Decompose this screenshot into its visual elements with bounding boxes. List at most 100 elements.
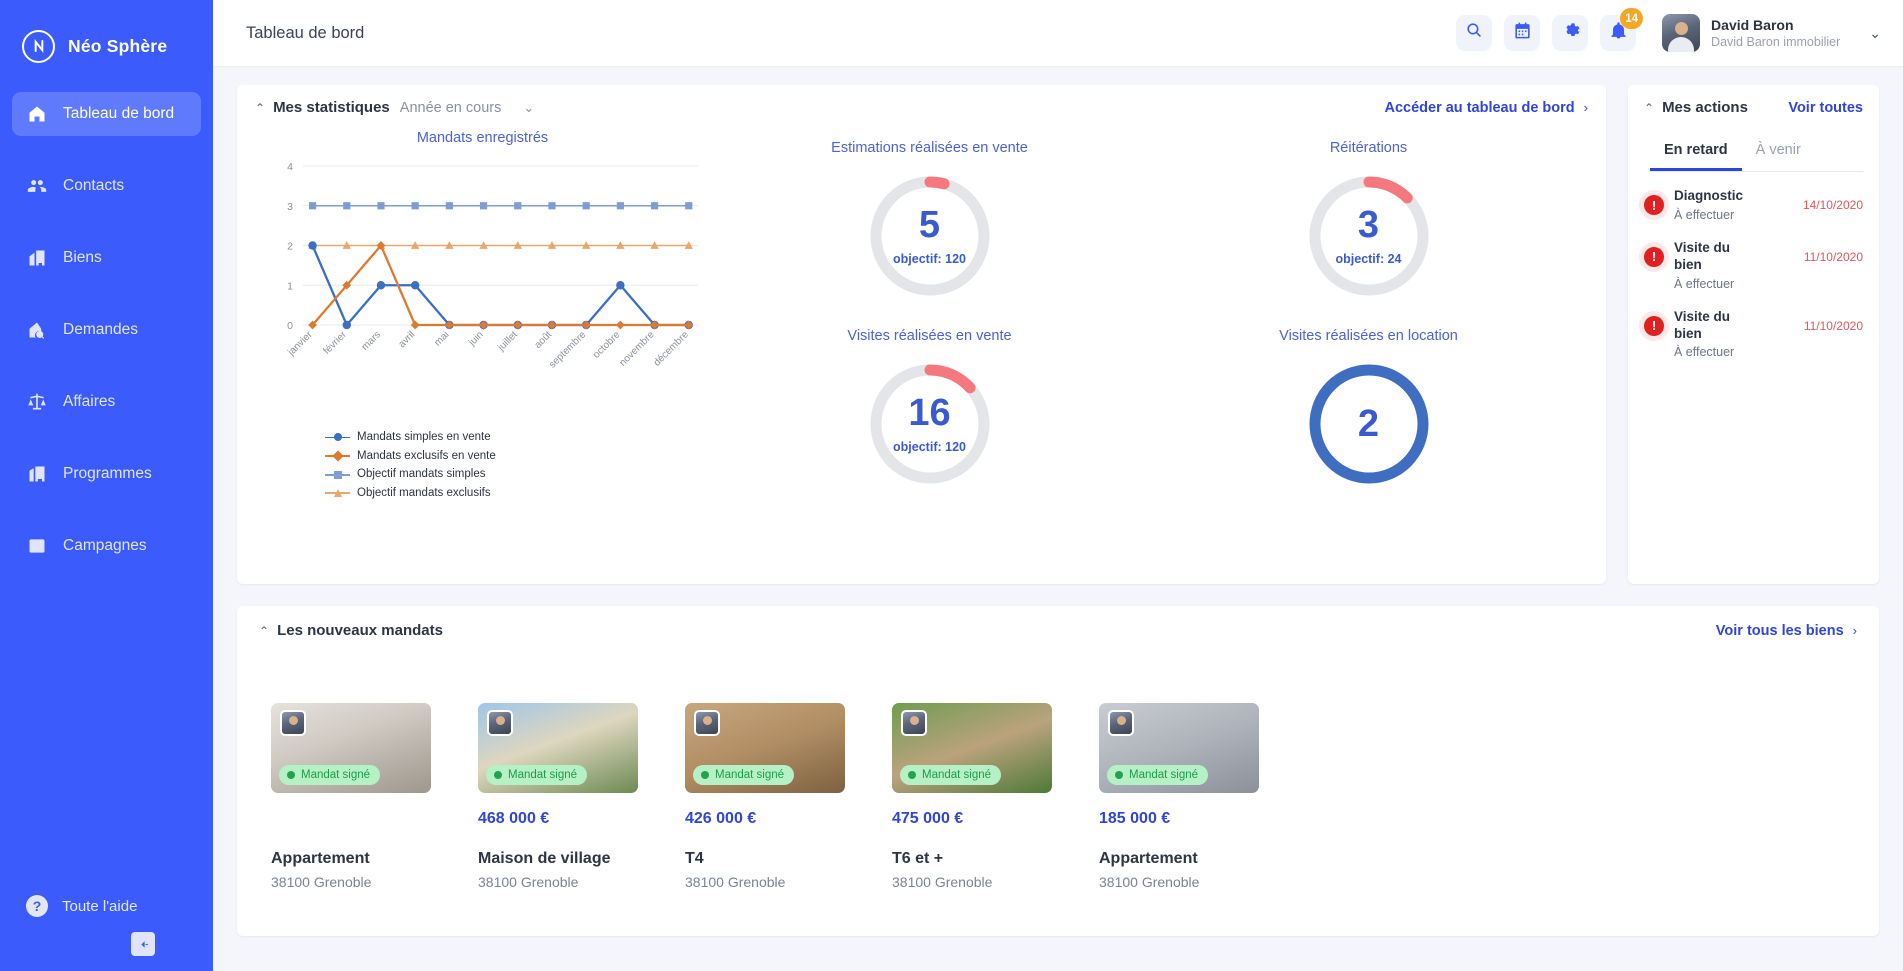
- question-icon: ?: [26, 895, 48, 917]
- property-type: T4: [685, 850, 704, 867]
- gauge-objective: objectif: 120: [893, 440, 966, 455]
- logo-icon: [22, 29, 55, 63]
- svg-text:septembre: septembre: [547, 329, 588, 370]
- status-dot-icon: [908, 771, 916, 779]
- sidebar-item-tableau-de-bord[interactable]: Tableau de bord: [12, 92, 201, 136]
- property-location: 38100 Grenoble: [1099, 873, 1200, 890]
- tab-a-venir[interactable]: À venir: [1742, 142, 1815, 171]
- property-location: 38100 Grenoble: [478, 873, 579, 890]
- legend-item[interactable]: Mandats exclusifs en vente: [325, 447, 710, 466]
- gauge-ring: 3 objectif: 24: [1303, 170, 1435, 302]
- gauge-objective: objectif: 120: [893, 252, 966, 266]
- sidebar-item-campagnes[interactable]: Campagnes: [12, 524, 201, 568]
- chevron-down-icon[interactable]: ⌄: [1869, 25, 1881, 42]
- list-item[interactable]: ! Diagnostic À effectuer 14/10/2020: [1644, 188, 1863, 222]
- status-badge-label: Mandat signé: [508, 769, 578, 781]
- property-card[interactable]: Mandat signé 426 000 € T4 38100 Grenoble: [685, 703, 860, 890]
- list-item[interactable]: ! Visite du bien À effectuer 11/10/2020: [1644, 240, 1863, 291]
- property-card[interactable]: Mandat signé 468 000 € Maison de village 38…: [478, 703, 653, 890]
- statistics-period: Année en cours: [399, 99, 502, 116]
- sidebar-item-programmes[interactable]: Programmes: [12, 452, 201, 496]
- page-title: Tableau de bord: [246, 23, 365, 42]
- sidebar-item-affaires[interactable]: Affaires: [12, 380, 201, 424]
- sidebar-item-label: Biens: [63, 249, 102, 266]
- statistics-header: ⌃ Mes statistiques Année en cours ⌄ Accé…: [255, 99, 1588, 116]
- property-image: Mandat signé: [892, 703, 1052, 793]
- gauge-ring: 16 objectif: 120: [864, 358, 996, 490]
- chart-title: Mandats enregistrés: [416, 130, 549, 146]
- action-text: Diagnostic À effectuer: [1674, 188, 1793, 222]
- see-all-actions-link[interactable]: Voir toutes: [1788, 100, 1863, 116]
- city-icon: [26, 463, 48, 485]
- action-date: 14/10/2020: [1802, 198, 1863, 212]
- sidebar-item-demandes[interactable]: Demandes: [12, 308, 201, 352]
- property-type: Appartement: [1099, 850, 1198, 867]
- legend-label: Objectif mandats exclusifs: [357, 486, 491, 499]
- action-date: 11/10/2020: [1803, 249, 1863, 264]
- gauge-value: 3: [1357, 204, 1380, 246]
- property-card[interactable]: Mandat signé Appartement 38100 Grenoble: [271, 703, 446, 890]
- legend-item[interactable]: Mandats simples en vente: [325, 428, 710, 447]
- list-item[interactable]: ! Visite du bien À effectuer 11/10/2020: [1644, 309, 1863, 359]
- status-badge: Mandat signé: [1107, 765, 1209, 785]
- agent-avatar: [487, 710, 513, 736]
- go-to-dashboard-link[interactable]: Accéder au tableau de bord ›: [1384, 100, 1588, 116]
- status-badge: Mandat signé: [486, 765, 588, 785]
- sidebar-item-label: Tableau de bord: [63, 105, 175, 122]
- gauge-objective: objectif: 24: [1335, 252, 1402, 266]
- svg-text:novembre: novembre: [617, 329, 657, 369]
- calendar-button[interactable]: [1504, 15, 1541, 51]
- actions-tabs: En retard À venir: [1650, 142, 1863, 172]
- help-link[interactable]: ? Toute l'aide: [12, 895, 137, 917]
- collapse-caret-icon[interactable]: ⌃: [255, 101, 265, 115]
- collapse-sidebar-button[interactable]: [131, 932, 155, 956]
- tab-en-retard[interactable]: En retard: [1650, 142, 1742, 171]
- legend-label: Objectif mandats simples: [357, 468, 486, 481]
- help-label: Toute l'aide: [62, 897, 138, 915]
- status-badge: Mandat signé: [900, 765, 1002, 785]
- legend-swatch-triangle-icon: [325, 488, 350, 498]
- topbar-actions: 14 David Baron David Baron immobilier ⌄: [1456, 8, 1881, 52]
- gauge-center: 5 objectif: 120: [864, 170, 996, 302]
- collapse-caret-icon[interactable]: ⌃: [1644, 101, 1654, 115]
- property-location: 38100 Grenoble: [271, 873, 372, 890]
- see-all-properties-link[interactable]: Voir tous les biens ›: [1716, 623, 1857, 639]
- property-card[interactable]: Mandat signé 185 000 € Appartement 38100 Gr…: [1099, 703, 1274, 890]
- chevron-down-icon[interactable]: ⌄: [523, 100, 534, 116]
- agent-avatar: [901, 710, 927, 736]
- contacts-icon: [26, 175, 48, 197]
- mandats-chart: Mandats enregistrés 0 1 2 3 4 janvier février m…: [255, 126, 710, 503]
- collapse-caret-icon[interactable]: ⌃: [259, 624, 269, 638]
- notifications-button[interactable]: 14: [1600, 8, 1644, 51]
- alert-icon: !: [1644, 315, 1664, 336]
- property-location: 38100 Grenoble: [892, 873, 993, 890]
- legend-label: Mandats simples en vente: [357, 431, 491, 443]
- status-dot-icon: [287, 771, 295, 779]
- legend-item[interactable]: Objectif mandats simples: [325, 465, 710, 484]
- gauge-title: Visites réalisées en location: [1279, 328, 1458, 345]
- statistics-body: Mandats enregistrés 0 1 2 3 4 janvier février m…: [255, 126, 1588, 503]
- property-card[interactable]: Mandat signé 475 000 € T6 et + 38100 Grenob…: [892, 703, 1067, 890]
- chevron-right-icon: ›: [1583, 100, 1588, 115]
- user-profile[interactable]: David Baron David Baron immobilier ⌄: [1662, 14, 1881, 52]
- settings-button[interactable]: [1552, 15, 1589, 51]
- status-dot-icon: [1115, 771, 1123, 779]
- search-button[interactable]: [1456, 15, 1493, 51]
- property-image: Mandat signé: [1099, 703, 1259, 793]
- svg-text:octobre: octobre: [591, 329, 623, 361]
- status-badge-label: Mandat signé: [715, 769, 785, 781]
- sidebar-item-label: Programmes: [63, 465, 152, 482]
- brand[interactable]: Néo Sphère: [0, 0, 213, 70]
- content: ⌃ Mes statistiques Année en cours ⌄ Accé…: [213, 67, 1903, 971]
- sidebar-item-biens[interactable]: Biens: [12, 236, 201, 280]
- legend-swatch-diamond-icon: [325, 450, 350, 462]
- sidebar-item-contacts[interactable]: Contacts: [12, 164, 201, 208]
- gauges-grid: Estimations réalisées en vente 5 objectif:…: [710, 126, 1588, 503]
- legend-item[interactable]: Objectif mandats exclusifs: [325, 484, 710, 503]
- property-price: 468 000 €: [478, 810, 550, 827]
- gauge-4: Visites réalisées en location 2: [1149, 314, 1588, 502]
- see-all-properties-label: Voir tous les biens: [1715, 622, 1844, 639]
- property-type: T6 et +: [892, 850, 944, 867]
- action-status: À effectuer: [1674, 207, 1735, 222]
- home-search-icon: [26, 319, 48, 341]
